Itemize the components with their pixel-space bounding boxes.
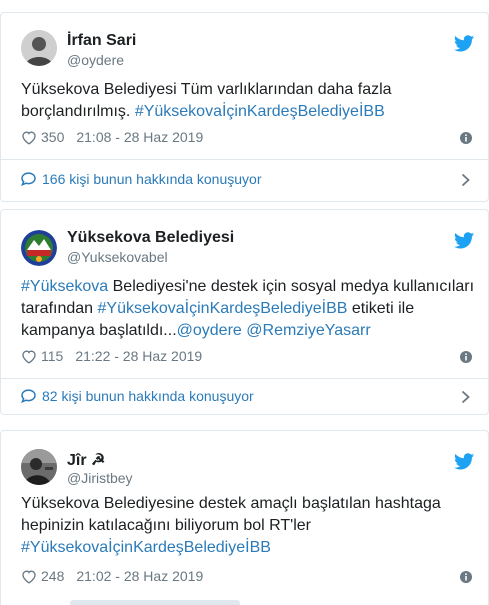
heart-icon[interactable] [21,569,37,584]
heart-icon[interactable] [21,130,37,145]
avatar[interactable] [21,230,57,266]
text-segment: Yüksekova Belediyesine destek amaçlı baş… [21,495,441,534]
author-handle[interactable]: @Jiristbey [67,470,133,486]
conversation-label: 166 kişi bunun hakkında konuşuyor [42,171,262,187]
timestamp-link[interactable]: 21:02 - 28 Haz 2019 [76,568,203,584]
heart-icon[interactable] [21,349,37,364]
person-photo-icon [21,449,57,485]
speech-bubble-icon [21,172,36,186]
tweet-card[interactable]: İrfan Sari @oydere Yüksekova Belediyesi … [0,12,489,202]
person-silhouette-icon [21,30,57,66]
like-count[interactable]: 248 [41,568,64,584]
author-name[interactable]: İrfan Sari [67,32,136,50]
chevron-right-icon[interactable] [461,173,470,187]
avatar[interactable] [21,449,57,485]
info-icon[interactable] [460,132,472,144]
speech-bubble-icon [21,389,36,403]
tweet-meta: 350 21:08 - 28 Haz 2019 [21,129,203,145]
conversation-label: 82 kişi bunun hakkında konuşuyor [42,388,254,404]
divider [1,159,488,160]
twitter-bird-icon[interactable] [454,232,474,249]
author-name[interactable]: Yüksekova Belediyesi [67,229,234,247]
hashtag-link[interactable]: #YüksekovaİçinKardeşBelediyeİBB [21,539,271,556]
author-name[interactable]: Jîr ☭ [67,450,105,470]
like-count[interactable]: 115 [41,348,63,364]
timestamp-link[interactable]: 21:08 - 28 Haz 2019 [76,129,203,145]
divider [1,378,488,379]
mention-link[interactable]: @oydere [177,322,242,339]
twitter-bird-icon[interactable] [454,35,474,52]
hashtag-link[interactable]: #YüksekovaİçinKardeşBelediyeİBB [98,300,348,317]
conversation-link[interactable]: 166 kişi bunun hakkında konuşuyor [21,171,261,187]
next-card-edge [70,600,240,605]
mention-link[interactable]: @RemziyeYasarr [246,322,370,339]
twitter-bird-icon[interactable] [454,453,474,470]
info-icon[interactable] [460,571,472,583]
conversation-link[interactable]: 82 kişi bunun hakkında konuşuyor [21,388,254,404]
tweet-text: #Yüksekova Belediyesi'ne destek için sos… [21,276,476,342]
tweet-text: Yüksekova Belediyesi Tüm varlıklarından … [21,79,476,123]
tweet-card[interactable]: Jîr ☭ @Jiristbey Yüksekova Belediyesine … [0,430,489,605]
chevron-right-icon[interactable] [461,390,470,404]
tweet-card[interactable]: Yüksekova Belediyesi @Yuksekovabel #Yüks… [0,209,489,415]
like-count[interactable]: 350 [41,129,64,145]
author-handle[interactable]: @oydere [67,52,124,68]
hashtag-link[interactable]: #YüksekovaİçinKardeşBelediyeİBB [135,103,385,120]
municipality-logo-icon [21,230,57,266]
hashtag-link[interactable]: #Yüksekova [21,278,108,295]
timestamp-link[interactable]: 21:22 - 28 Haz 2019 [75,348,202,364]
tweet-meta: 248 21:02 - 28 Haz 2019 [21,568,203,584]
tweet-text: Yüksekova Belediyesine destek amaçlı baş… [21,493,461,559]
tweet-meta: 115 21:22 - 28 Haz 2019 [21,348,202,364]
author-handle[interactable]: @Yuksekovabel [67,249,168,265]
avatar[interactable] [21,30,57,66]
info-icon[interactable] [460,351,472,363]
